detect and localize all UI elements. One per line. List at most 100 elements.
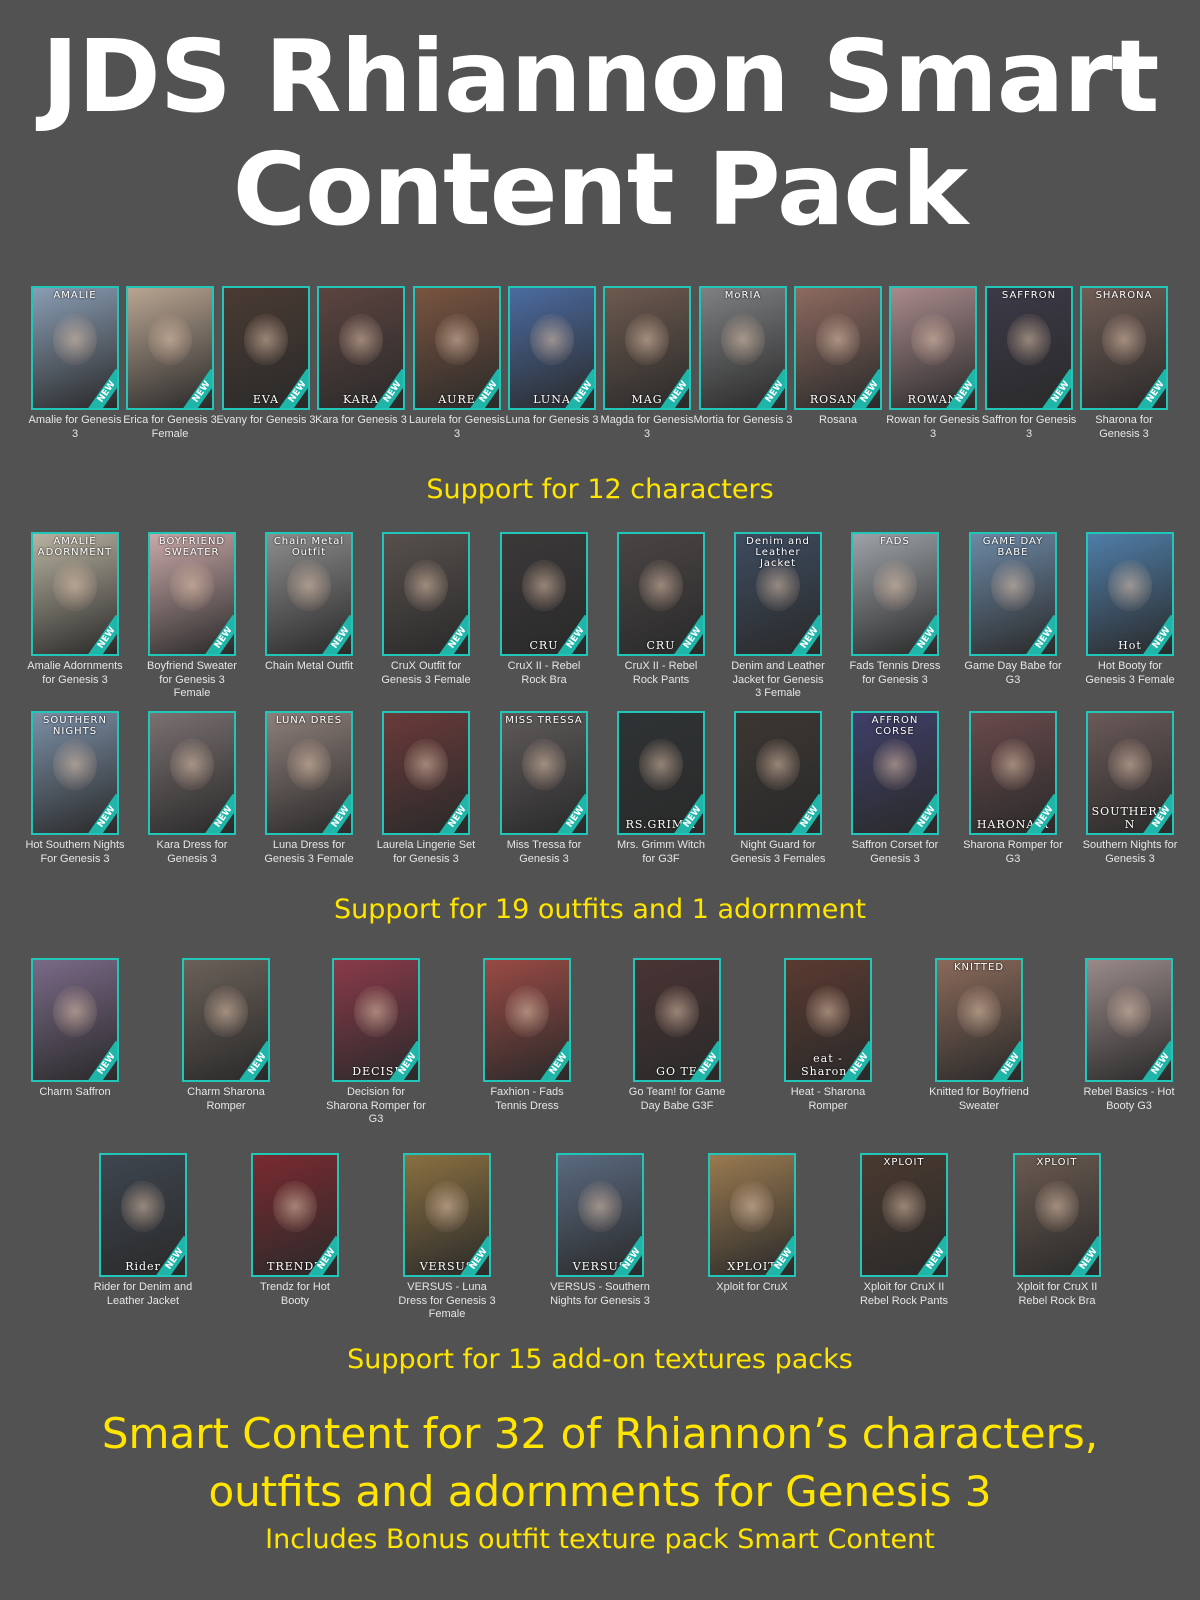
- product-tile[interactable]: XPLOIT NEW Xploit for CruX II Rebel Rock B…: [1007, 1153, 1107, 1308]
- product-tile[interactable]: XPLOIT NEW Xploit for CruX: [702, 1153, 802, 1295]
- product-thumbnail[interactable]: NEW: [382, 711, 470, 835]
- product-caption: Kara for Genesis 3: [315, 414, 407, 426]
- product-tile[interactable]: XPLOIT NEW Xploit for CruX II Rebel Rock P…: [854, 1153, 954, 1308]
- product-tile[interactable]: NEW Night Guard for Genesis 3 Females: [728, 711, 828, 866]
- product-tile[interactable]: VERSUS NEW VERSUS - Southern Nights for Ge…: [550, 1153, 650, 1308]
- product-tile[interactable]: NEW Rebel Basics - Hot Booty G3: [1079, 958, 1179, 1113]
- product-tile[interactable]: CRU NEW CruX II - Rebel Rock Bra: [494, 532, 594, 687]
- product-thumbnail[interactable]: AURE NEW: [413, 286, 501, 410]
- product-thumbnail[interactable]: NEW: [31, 958, 119, 1082]
- product-tile[interactable]: CRU NEW CruX II - Rebel Rock Pants: [611, 532, 711, 687]
- product-thumbnail[interactable]: NEW: [483, 958, 571, 1082]
- product-tile[interactable]: NEW Kara Dress for Genesis 3: [142, 711, 242, 866]
- product-thumbnail[interactable]: GO TE NEW: [633, 958, 721, 1082]
- product-thumbnail[interactable]: GAME DAY BABE NEW: [969, 532, 1057, 656]
- product-tile[interactable]: AMALIE NEW Amalie for Genesis 3: [25, 286, 125, 441]
- product-tile[interactable]: VERSUS NEW VERSUS - Luna Dress for Genesis…: [397, 1153, 497, 1322]
- product-tile[interactable]: LUNA NEW Luna for Genesis 3: [502, 286, 602, 428]
- product-thumbnail[interactable]: XPLOIT NEW: [1013, 1153, 1101, 1277]
- product-thumbnail[interactable]: Hot NEW: [1086, 532, 1174, 656]
- product-thumbnail[interactable]: NEW: [734, 711, 822, 835]
- product-thumbnail[interactable]: XPLOIT NEW: [860, 1153, 948, 1277]
- product-thumbnail[interactable]: RS.GRIMM NEW: [617, 711, 705, 835]
- product-thumbnail[interactable]: SOUTHERN NIGHTS NEW: [31, 711, 119, 835]
- product-thumbnail[interactable]: HARONA R NEW: [969, 711, 1057, 835]
- product-thumbnail[interactable]: KARA NEW: [317, 286, 405, 410]
- product-thumbnail[interactable]: Denim and Leather Jacket NEW: [734, 532, 822, 656]
- product-tile[interactable]: RS.GRIMM NEW Mrs. Grimm Witch for G3F: [611, 711, 711, 866]
- product-thumbnail[interactable]: NEW: [382, 532, 470, 656]
- product-tile[interactable]: eat - Sharona NEW Heat - Sharona Romper: [778, 958, 878, 1113]
- product-tile[interactable]: NEW Charm Saffron: [25, 958, 125, 1100]
- product-tile[interactable]: AMALIE ADORNMENT NEW Amalie Adornments for…: [25, 532, 125, 687]
- product-thumbnail[interactable]: LUNA DRES NEW: [265, 711, 353, 835]
- product-tile[interactable]: NEW CruX Outfit for Genesis 3 Female: [376, 532, 476, 687]
- product-tile[interactable]: Hot NEW Hot Booty for Genesis 3 Female: [1080, 532, 1180, 687]
- product-thumbnail[interactable]: ROWAN NEW: [889, 286, 977, 410]
- product-tile[interactable]: NEW Faxhion - Fads Tennis Dress: [477, 958, 577, 1113]
- product-thumbnail[interactable]: Chain Metal Outfit NEW: [265, 532, 353, 656]
- product-thumbnail[interactable]: KNITTED NEW: [935, 958, 1023, 1082]
- product-thumbnail[interactable]: AFFRON CORSE NEW: [851, 711, 939, 835]
- product-tile[interactable]: KNITTED NEW Knitted for Boyfriend Sweater: [929, 958, 1029, 1113]
- product-tile[interactable]: TRENDZ NEW Trendz for Hot Booty: [245, 1153, 345, 1308]
- product-thumbnail[interactable]: MoRIA NEW: [699, 286, 787, 410]
- product-tile[interactable]: AFFRON CORSE NEW Saffron Corset for Genesi…: [845, 711, 945, 866]
- product-thumbnail[interactable]: SOUTHERN N NEW: [1086, 711, 1174, 835]
- product-thumbnail[interactable]: AMALIE ADORNMENT NEW: [31, 532, 119, 656]
- product-thumbnail[interactable]: MISS TRESSA NEW: [500, 711, 588, 835]
- product-tile[interactable]: ROSANA NEW Rosana: [788, 286, 888, 428]
- product-thumbnail[interactable]: FADS NEW: [851, 532, 939, 656]
- product-thumbnail[interactable]: CRU NEW: [617, 532, 705, 656]
- product-tile[interactable]: NEW Charm Sharona Romper: [176, 958, 276, 1113]
- product-thumbnail[interactable]: NEW: [182, 958, 270, 1082]
- product-thumbnail[interactable]: eat - Sharona NEW: [784, 958, 872, 1082]
- product-tile[interactable]: ROWAN NEW Rowan for Genesis 3: [883, 286, 983, 441]
- product-thumbnail[interactable]: EVA NEW: [222, 286, 310, 410]
- product-thumbnail[interactable]: BOYFRIEND SWEATER NEW: [148, 532, 236, 656]
- product-tile[interactable]: NEW Laurela Lingerie Set for Genesis 3: [376, 711, 476, 866]
- product-tile[interactable]: FADS NEW Fads Tennis Dress for Genesis 3: [845, 532, 945, 687]
- product-tile[interactable]: GO TE NEW Go Team! for Game Day Babe G3F: [627, 958, 727, 1113]
- product-thumbnail[interactable]: NEW: [148, 711, 236, 835]
- new-badge: NEW: [1137, 369, 1166, 408]
- product-thumbnail[interactable]: LUNA NEW: [508, 286, 596, 410]
- product-thumbnail[interactable]: SAFFRON NEW: [985, 286, 1073, 410]
- product-tile[interactable]: DECISI NEW Decision for Sharona Romper for…: [326, 958, 426, 1127]
- product-tile[interactable]: KARA NEW Kara for Genesis 3: [311, 286, 411, 428]
- product-tile[interactable]: Denim and Leather Jacket NEW Denim and Lea…: [728, 532, 828, 701]
- product-tile[interactable]: NEW Erica for Genesis 3 Female: [120, 286, 220, 441]
- product-thumbnail[interactable]: SHARONA NEW: [1080, 286, 1168, 410]
- product-thumbnail[interactable]: NEW: [126, 286, 214, 410]
- product-caption: Knitted for Boyfriend Sweater: [929, 1086, 1029, 1112]
- product-tile[interactable]: MoRIA NEW Mortia for Genesis 3: [693, 286, 793, 428]
- product-thumbnail[interactable]: MAG NEW: [603, 286, 691, 410]
- product-thumbnail[interactable]: Rider NEW: [99, 1153, 187, 1277]
- title-line-1: JDS Rhiannon Smart: [41, 18, 1160, 135]
- product-thumbnail[interactable]: NEW: [1085, 958, 1173, 1082]
- product-tile[interactable]: Rider NEW Rider for Denim and Leather Jack…: [93, 1153, 193, 1308]
- product-tile[interactable]: AURE NEW Laurela for Genesis 3: [407, 286, 507, 441]
- product-tile[interactable]: SHARONA NEW Sharona for Genesis 3: [1074, 286, 1174, 441]
- product-thumbnail[interactable]: CRU NEW: [500, 532, 588, 656]
- new-badge: NEW: [1142, 1041, 1171, 1080]
- product-tile[interactable]: HARONA R NEW Sharona Romper for G3: [963, 711, 1063, 866]
- product-tile[interactable]: SOUTHERN N NEW Southern Nights for Genesis…: [1080, 711, 1180, 866]
- product-tile[interactable]: SOUTHERN NIGHTS NEW Hot Southern Nights Fo…: [25, 711, 125, 866]
- product-tile[interactable]: Chain Metal Outfit NEW Chain Metal Outfit: [259, 532, 359, 674]
- thumbnail-top-text: SAFFRON: [1001, 290, 1057, 301]
- product-tile[interactable]: MISS TRESSA NEW Miss Tressa for Genesis 3: [494, 711, 594, 866]
- product-thumbnail[interactable]: AMALIE NEW: [31, 286, 119, 410]
- product-thumbnail[interactable]: ROSANA NEW: [794, 286, 882, 410]
- product-thumbnail[interactable]: XPLOIT NEW: [708, 1153, 796, 1277]
- product-tile[interactable]: MAG NEW Magda for Genesis 3: [597, 286, 697, 441]
- product-tile[interactable]: GAME DAY BABE NEW Game Day Babe for G3: [963, 532, 1063, 687]
- product-tile[interactable]: BOYFRIEND SWEATER NEW Boyfriend Sweater fo…: [142, 532, 242, 701]
- product-tile[interactable]: EVA NEW Evany for Genesis 3: [216, 286, 316, 428]
- product-thumbnail[interactable]: VERSUS NEW: [403, 1153, 491, 1277]
- product-tile[interactable]: LUNA DRES NEW Luna Dress for Genesis 3 Fem…: [259, 711, 359, 866]
- product-tile[interactable]: SAFFRON NEW Saffron for Genesis 3: [979, 286, 1079, 441]
- product-thumbnail[interactable]: DECISI NEW: [332, 958, 420, 1082]
- product-thumbnail[interactable]: TRENDZ NEW: [251, 1153, 339, 1277]
- product-thumbnail[interactable]: VERSUS NEW: [556, 1153, 644, 1277]
